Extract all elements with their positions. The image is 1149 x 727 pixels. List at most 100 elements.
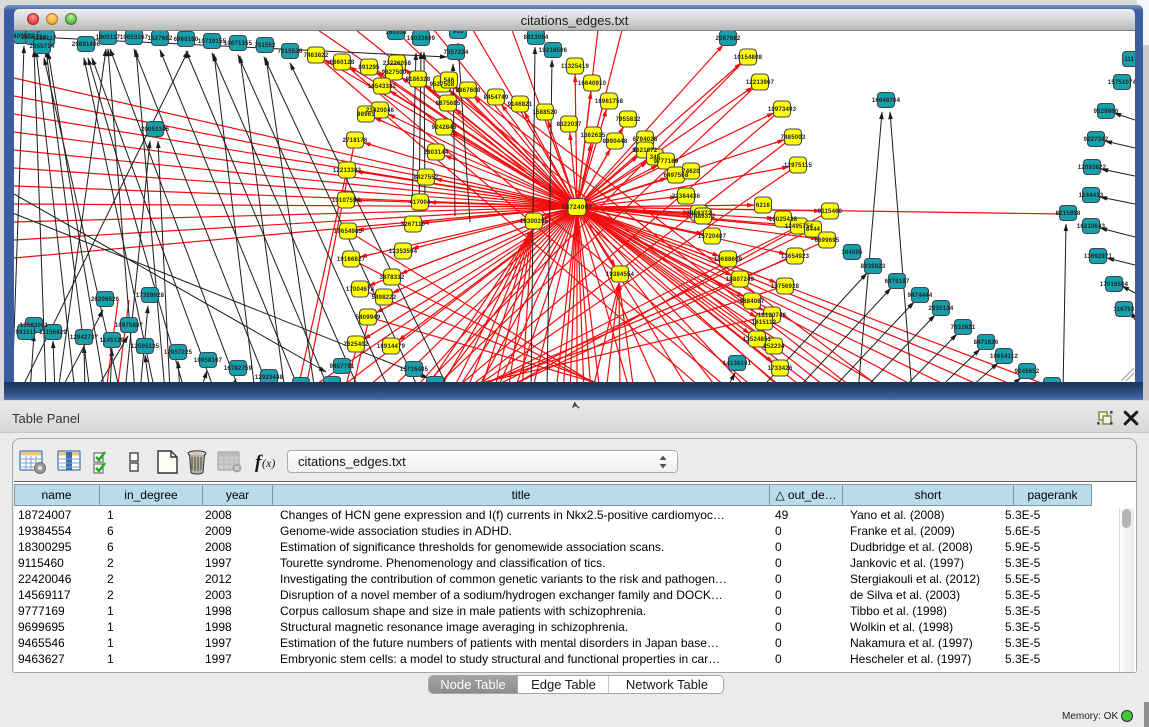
svg-text:164095: 164095 [841, 250, 863, 256]
svg-text:17359928: 17359928 [136, 293, 165, 299]
svg-text:9827500: 9827500 [382, 70, 407, 76]
svg-text:12505135: 12505135 [131, 344, 160, 350]
svg-text:1145139: 1145139 [100, 338, 125, 344]
svg-text:16914479: 16914479 [377, 344, 406, 350]
svg-text:10654112: 10654112 [990, 354, 1018, 360]
svg-text:16210643: 16210643 [1077, 224, 1106, 230]
svg-text:8444: 8444 [806, 227, 821, 233]
svg-text:7486372: 7486372 [691, 214, 716, 220]
svg-text:18120746: 18120746 [758, 313, 787, 319]
svg-text:8215958: 8215958 [1056, 211, 1081, 217]
svg-text:15716485: 15716485 [400, 367, 429, 373]
svg-text:991511: 991511 [16, 330, 37, 336]
svg-text:6966160: 6966160 [174, 37, 199, 43]
svg-text:891295: 891295 [358, 65, 380, 71]
svg-text:1733426: 1733426 [768, 366, 793, 372]
svg-text:16648764: 16648764 [872, 98, 901, 104]
svg-text:20053346: 20053346 [141, 127, 170, 133]
svg-text:2087682: 2087682 [716, 36, 741, 42]
svg-text:12213967: 12213967 [746, 80, 775, 86]
svg-text:5498222: 5498222 [372, 295, 397, 301]
svg-text:18724007: 18724007 [562, 204, 593, 211]
svg-text:751552: 751552 [254, 43, 276, 49]
svg-text:6699695: 6699695 [815, 238, 840, 244]
svg-text:12213383: 12213383 [333, 168, 362, 174]
svg-text:16961758: 16961758 [595, 99, 624, 105]
svg-text:8938923: 8938923 [861, 264, 886, 270]
svg-text:13654923: 13654923 [781, 254, 810, 260]
svg-text:15720407: 15720407 [698, 234, 727, 240]
svg-text:1905117: 1905117 [96, 35, 121, 41]
svg-text:9329966: 9329966 [1094, 109, 1119, 115]
svg-text:10025438: 10025438 [769, 217, 798, 223]
svg-text:19218506: 19218506 [539, 48, 568, 54]
svg-text:1588520: 1588520 [533, 110, 558, 116]
svg-text:13583001: 13583001 [20, 323, 49, 329]
svg-text:26206526: 26206526 [91, 297, 120, 303]
svg-text:6216: 6216 [756, 203, 771, 209]
svg-text:7625402: 7625402 [344, 342, 369, 348]
svg-text:7485003: 7485003 [781, 135, 806, 141]
svg-text:1621072: 1621072 [633, 148, 658, 154]
svg-text:2055714: 2055714 [30, 44, 55, 50]
svg-text:7357224: 7357224 [444, 50, 469, 56]
svg-text:10688609: 10688609 [714, 257, 743, 263]
svg-text:6379197: 6379197 [885, 279, 910, 285]
svg-text:2803144: 2803144 [424, 150, 449, 156]
svg-text:8322037: 8322037 [557, 122, 582, 128]
svg-text:8990448: 8990448 [603, 139, 628, 145]
svg-text:546: 546 [444, 78, 455, 84]
svg-text:19384554: 19384554 [606, 272, 635, 278]
svg-text:10958107: 10958107 [194, 358, 223, 364]
svg-text:7632621: 7632621 [951, 325, 976, 331]
svg-text:2867608: 2867608 [456, 88, 481, 94]
svg-text:9115460: 9115460 [818, 209, 843, 215]
svg-text:8875685: 8875685 [436, 101, 461, 107]
svg-text:9657791: 9657791 [330, 364, 355, 370]
svg-text:12093822: 12093822 [1078, 165, 1107, 171]
svg-text:9227342: 9227342 [1084, 137, 1109, 143]
svg-text:2718176: 2718176 [343, 138, 368, 144]
svg-text:98961: 98961 [357, 112, 375, 118]
svg-text:2935134: 2935134 [929, 306, 954, 312]
svg-text:160338: 160338 [385, 31, 407, 36]
svg-text:9777169: 9777169 [654, 159, 679, 165]
svg-text:6794028: 6794028 [633, 137, 658, 143]
svg-text:17004678: 17004678 [346, 287, 375, 293]
svg-text:16543382: 16543382 [368, 84, 397, 90]
svg-text:16640910: 16640910 [578, 81, 607, 87]
svg-text:8427552: 8427552 [414, 175, 439, 181]
svg-text:21364436: 21364436 [672, 194, 701, 200]
svg-text:13524851: 13524851 [743, 337, 772, 343]
svg-text:20891406: 20891406 [72, 42, 101, 48]
svg-text:3878332: 3878332 [380, 275, 405, 281]
svg-text:963: 963 [453, 31, 464, 35]
svg-text:1527602: 1527602 [148, 36, 173, 42]
svg-text:17016504: 17016504 [1100, 282, 1129, 288]
svg-text:10719155: 10719155 [198, 39, 227, 45]
svg-text:19756928: 19756928 [771, 284, 800, 290]
svg-text:10975887: 10975887 [115, 323, 144, 329]
svg-text:18807249: 18807249 [726, 277, 755, 283]
svg-text:252234: 252234 [763, 344, 785, 350]
svg-text:1244413: 1244413 [1079, 193, 1104, 199]
svg-text:10973493: 10973493 [768, 107, 797, 113]
svg-text:10653267: 10653267 [120, 35, 149, 41]
svg-text:74620: 74620 [682, 169, 700, 175]
svg-text:10154808: 10154808 [734, 55, 763, 61]
svg-text:23226058: 23226058 [383, 61, 412, 67]
svg-text:7463822: 7463822 [304, 53, 329, 59]
svg-text:1117: 1117 [1124, 57, 1135, 63]
svg-text:13692971: 13692971 [1084, 254, 1113, 260]
svg-text:189117: 189117 [36, 36, 57, 42]
svg-text:116753: 116753 [1114, 307, 1135, 313]
svg-text:9146821: 9146821 [508, 102, 533, 108]
svg-text:417004: 417004 [409, 200, 431, 206]
svg-text:16033809: 16033809 [407, 36, 436, 42]
svg-text:8660128: 8660128 [330, 60, 355, 66]
svg-text:7515526: 7515526 [278, 49, 303, 55]
svg-text:14136141: 14136141 [723, 361, 752, 367]
svg-text:8454749: 8454749 [484, 95, 509, 101]
svg-text:18300295: 18300295 [520, 219, 549, 225]
svg-text:9245652: 9245652 [1015, 369, 1040, 375]
